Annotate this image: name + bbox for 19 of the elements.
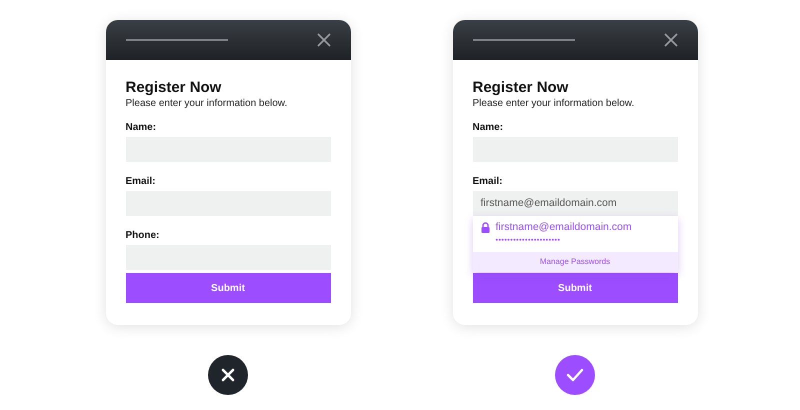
input-field[interactable]: firstname@emaildomain.com <box>472 191 678 216</box>
form-title: Register Now <box>472 79 570 97</box>
saved-email: firstname@emaildomain.com <box>496 220 632 235</box>
field-label: Email: <box>126 175 157 188</box>
form-subtitle: Please enter your information below. <box>472 97 636 110</box>
check-icon <box>566 368 584 382</box>
close-icon[interactable] <box>664 33 678 47</box>
field-label: Name: <box>126 121 158 134</box>
form-title: Register Now <box>126 79 222 97</box>
form-subtitle: Please enter your information below. <box>126 97 288 110</box>
submit-button[interactable]: Submit <box>472 273 678 303</box>
submit-button[interactable]: Submit <box>126 273 330 303</box>
field-label: Phone: <box>126 229 160 242</box>
manage-passwords-link[interactable]: Manage Passwords <box>472 252 678 272</box>
lock-icon <box>480 222 490 234</box>
close-icon <box>221 368 235 382</box>
field-label: Email: <box>472 175 504 188</box>
close-icon[interactable] <box>316 33 330 47</box>
field-label: Name: <box>472 121 504 134</box>
